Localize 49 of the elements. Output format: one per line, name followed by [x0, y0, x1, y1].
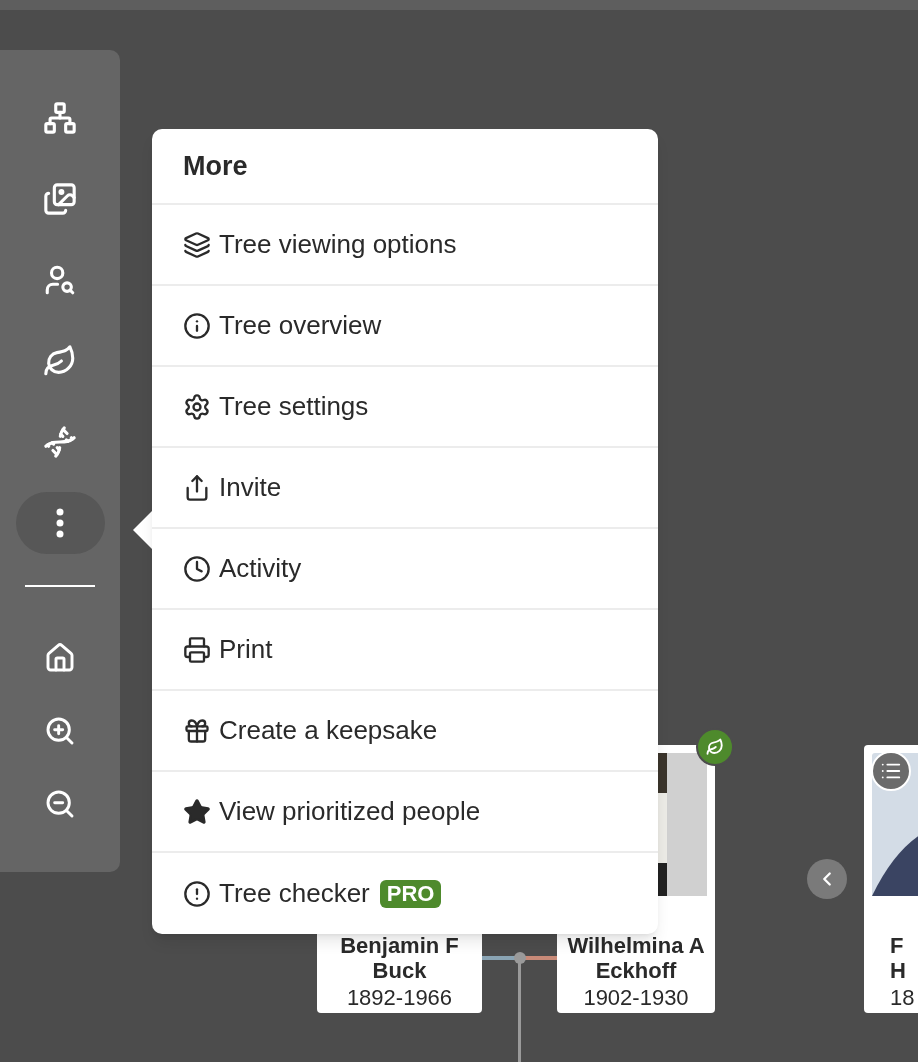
menu-item[interactable]: Invite: [152, 448, 658, 529]
menu-item[interactable]: Tree viewing options: [152, 205, 658, 286]
leaf-icon: [43, 344, 77, 378]
dna-icon: [43, 425, 77, 459]
pro-badge: PRO: [379, 879, 442, 908]
layers-icon: [183, 230, 211, 259]
person-name: F: [890, 933, 904, 958]
home-icon: [44, 642, 76, 674]
zoom-in-icon: [44, 715, 76, 747]
photos-icon: [43, 182, 77, 216]
menu-item-label: View prioritized people: [219, 795, 481, 828]
person-name: Benjamin F: [340, 933, 459, 958]
menu-item-label: Tree settings: [219, 390, 369, 423]
person-name: Buck: [372, 958, 427, 983]
menu-item[interactable]: Tree checker PRO: [152, 853, 658, 934]
info-icon: [183, 311, 211, 340]
menu-item-label: Tree overview: [219, 309, 382, 342]
menu-item[interactable]: Activity: [152, 529, 658, 610]
menu-item[interactable]: View prioritized people: [152, 772, 658, 853]
person-name: Eckhoff: [595, 958, 677, 983]
person-name: Wilhelmina A: [567, 933, 705, 958]
person-card[interactable]: F H 18: [864, 745, 918, 1013]
menu-item[interactable]: Print: [152, 610, 658, 691]
person-search-icon: [43, 263, 77, 297]
person-dates: 18: [890, 985, 915, 1010]
menu-item-label: Activity: [219, 552, 302, 585]
star-icon: [183, 797, 211, 826]
menu-item[interactable]: Create a keepsake: [152, 691, 658, 772]
menu-item-label: Tree viewing options: [219, 228, 457, 261]
menu-item-label: Print: [219, 633, 273, 666]
person-dates: 1902-1930: [583, 985, 689, 1010]
printer-icon: [183, 635, 211, 664]
clock-icon: [183, 554, 211, 583]
alert-icon: [183, 879, 211, 908]
menu-item[interactable]: Tree overview: [152, 286, 658, 367]
menu-item-label: Invite: [219, 471, 282, 504]
gift-icon: [183, 716, 211, 745]
person-name: H: [890, 958, 906, 983]
more-icon: [56, 508, 64, 538]
person-dates: 1892-1966: [346, 985, 453, 1010]
menu-item[interactable]: Tree settings: [152, 367, 658, 448]
settings-icon: [183, 392, 211, 421]
menu-item-label: Create a keepsake: [219, 714, 438, 747]
menu-item-label: Tree checker: [219, 877, 370, 910]
leaf-icon: [706, 738, 724, 756]
menu-title: More: [183, 149, 248, 183]
tree-icon: [43, 101, 77, 135]
previous-button[interactable]: [807, 859, 847, 899]
zoom-out-icon: [44, 788, 76, 820]
